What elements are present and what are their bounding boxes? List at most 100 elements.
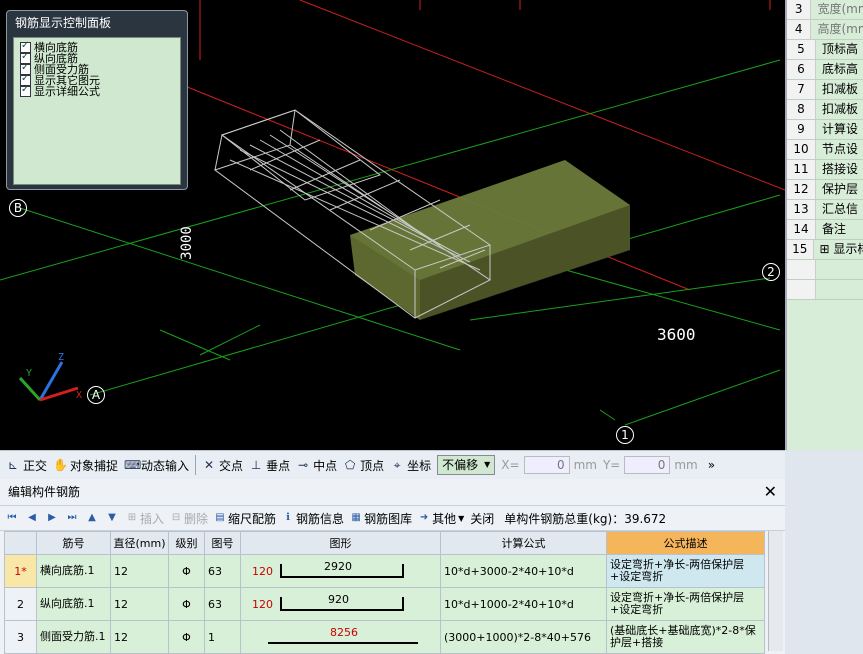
grade-cell[interactable]: Φ — [168, 587, 205, 621]
midpoint-label: 中点 — [313, 458, 338, 473]
property-row[interactable]: 3 宽度(mm) — [787, 0, 863, 20]
formula-cell[interactable]: (3000+1000)*2-8*40+576 — [440, 620, 607, 654]
ruler-icon: ▤ — [215, 512, 225, 523]
x-input[interactable]: 0 — [523, 456, 570, 474]
last-record-button[interactable]: ⏭ — [66, 512, 80, 524]
diameter-cell[interactable]: 12 — [110, 554, 169, 588]
property-row[interactable]: 14 备注 — [787, 220, 863, 240]
perpendicular-snap-button[interactable]: ⊥ 垂点 — [249, 457, 290, 474]
move-up-button[interactable]: ▲ — [86, 512, 100, 524]
property-row[interactable]: 10 节点设 — [787, 140, 863, 160]
more-icon[interactable]: » — [708, 458, 715, 472]
next-record-button[interactable]: ▶ — [46, 512, 60, 524]
scale-rebar-label: 缩尺配筋 — [228, 511, 277, 526]
ortho-button[interactable]: ⊾ 正交 — [6, 457, 47, 474]
insert-icon: ⊞ — [127, 512, 137, 523]
formula-desc-cell[interactable]: 设定弯折+净长-两倍保护层+设定弯折 — [606, 554, 765, 588]
dynamic-input-button[interactable]: ⌨ 动态输入 — [124, 457, 189, 474]
figure-number-cell[interactable]: 63 — [204, 554, 241, 588]
table-row[interactable]: 3 侧面受力筋.1 12 Φ 1 8256 (3000+1000)*2-8*40… — [4, 620, 765, 654]
diameter-cell[interactable]: 12 — [110, 587, 169, 621]
vertex-snap-button[interactable]: ⬠ 顶点 — [343, 457, 384, 474]
column-header: 图形 — [240, 531, 441, 555]
table-row[interactable]: 1* 横向底筋.1 12 Φ 63 120 2920 10*d+3000-2*4… — [4, 554, 765, 588]
move-down-button[interactable]: ▼ — [106, 512, 120, 524]
rebar-name-cell[interactable]: 横向底筋.1 — [36, 554, 111, 588]
property-row[interactable]: 15 ⊞ 显示样 — [787, 240, 863, 260]
prev-icon: ◀ — [28, 512, 36, 523]
grade-cell[interactable]: Φ — [168, 620, 205, 654]
3d-viewport[interactable]: 3000 3600 B A 2 1 Z Y X 钢筋显示控制面板 横向底筋 纵向… — [0, 0, 785, 450]
vertical-scrollbar[interactable] — [768, 531, 783, 651]
grade-cell[interactable]: Φ — [168, 554, 205, 588]
formula-desc-cell[interactable]: 设定弯折+净长-两倍保护层+设定弯折 — [606, 587, 765, 621]
property-row[interactable]: 8 扣减板 — [787, 100, 863, 120]
vertex-label: 顶点 — [360, 458, 385, 473]
prev-record-button[interactable]: ◀ — [26, 512, 40, 524]
property-name: 扣减板 — [822, 102, 859, 116]
rebar-editor: 编辑构件钢筋 ✕ ⏮ ◀ ▶ ⏭ ▲ ▼ ⊞ 插入 ⊟ 删除 ▤ 缩尺配筋 ℹ 钢筋信息… — [0, 479, 785, 654]
offset-select[interactable]: 不偏移 ▼ — [437, 455, 496, 475]
object-snap-button[interactable]: ✋ 对象捕捉 — [53, 457, 118, 474]
formula-cell[interactable]: 10*d+1000-2*40+10*d — [440, 587, 607, 621]
other-icon: ➜ — [419, 512, 429, 523]
rebar-name-cell[interactable]: 纵向底筋.1 — [36, 587, 111, 621]
rebar-library-button[interactable]: ▦ 钢筋图库 — [350, 510, 412, 527]
y-unit: mm — [674, 458, 698, 472]
insert-button[interactable]: ⊞ 插入 — [126, 510, 164, 527]
panel-title: 钢筋显示控制面板 — [15, 16, 112, 30]
other-menu-label: 其他 — [432, 511, 457, 526]
property-row[interactable]: 4 高度(mm) — [787, 20, 863, 40]
property-name: 保护层 — [822, 182, 859, 196]
property-row[interactable] — [787, 280, 863, 300]
close-editor-button[interactable]: 关闭 — [470, 510, 494, 527]
close-icon[interactable]: ✕ — [764, 479, 777, 505]
midpoint-icon: ⊸ — [298, 458, 309, 472]
chevron-down-icon: ▼ — [484, 460, 491, 469]
row-number — [787, 280, 816, 299]
intersection-snap-button[interactable]: ✕ 交点 — [202, 457, 243, 474]
column-header: 公式描述 — [606, 531, 765, 555]
table-header-row: 筋号 直径(mm) 级别 图号 图形 计算公式 公式描述 — [4, 531, 765, 555]
offset-select-value: 不偏移 — [442, 458, 479, 472]
delete-button[interactable]: ⊟ 删除 — [170, 510, 208, 527]
hook-length-label: 120 — [252, 598, 273, 611]
formula-cell[interactable]: 10*d+3000-2*40+10*d — [440, 554, 607, 588]
intersection-icon: ✕ — [204, 458, 215, 472]
midpoint-snap-button[interactable]: ⊸ 中点 — [296, 457, 337, 474]
row-number: 7 — [787, 80, 816, 99]
shape-cell[interactable]: 120 2920 — [240, 554, 441, 588]
diameter-cell[interactable]: 12 — [110, 620, 169, 654]
other-menu-button[interactable]: ➜ 其他 ▼ — [418, 510, 464, 527]
arrow-up-icon: ▲ — [88, 512, 96, 523]
property-row[interactable] — [787, 260, 863, 280]
property-row[interactable]: 11 搭接设 — [787, 160, 863, 180]
column-header: 筋号 — [36, 531, 111, 555]
property-row[interactable]: 9 计算设 — [787, 120, 863, 140]
property-name — [816, 260, 822, 279]
property-row[interactable]: 12 保护层 — [787, 180, 863, 200]
property-row[interactable]: 13 汇总信 — [787, 200, 863, 220]
property-row[interactable]: 7 扣减板 — [787, 80, 863, 100]
checkbox[interactable] — [20, 84, 31, 97]
coordinate-snap-button[interactable]: ⌖ 坐标 — [390, 457, 431, 474]
shape-cell[interactable]: 120 920 — [240, 587, 441, 621]
rebar-name-cell[interactable]: 侧面受力筋.1 — [36, 620, 111, 654]
rebar-info-button[interactable]: ℹ 钢筋信息 — [282, 510, 344, 527]
figure-number-cell[interactable]: 1 — [204, 620, 241, 654]
row-index: 3 — [4, 620, 37, 654]
insert-label: 插入 — [140, 511, 165, 526]
scale-rebar-button[interactable]: ▤ 缩尺配筋 — [214, 510, 276, 527]
checkbox-row[interactable]: 显示详细公式 — [20, 84, 180, 98]
checkbox-label: 显示详细公式 — [34, 85, 100, 98]
y-input[interactable]: 0 — [624, 456, 671, 474]
property-name: 宽度(mm) — [817, 2, 863, 16]
formula-desc-cell[interactable]: (基础底长+基础底宽)*2-8*保护层+搭接 — [606, 620, 765, 654]
shape-cell[interactable]: 8256 — [240, 620, 441, 654]
first-record-button[interactable]: ⏮ — [6, 512, 20, 524]
row-number: 11 — [787, 160, 816, 179]
property-row[interactable]: 6 底标高 — [787, 60, 863, 80]
property-row[interactable]: 5 顶标高 — [787, 40, 863, 60]
table-row[interactable]: 2 纵向底筋.1 12 Φ 63 120 920 10*d+1000-2*40+… — [4, 587, 765, 621]
figure-number-cell[interactable]: 63 — [204, 587, 241, 621]
